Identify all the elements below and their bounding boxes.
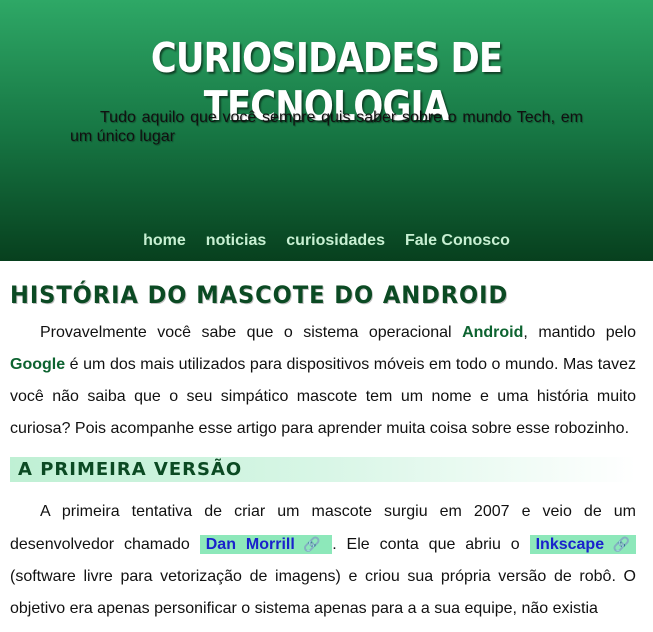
site-header: CURIOSIDADES DE TECNOLOGIA Tudo aquilo q… (0, 0, 653, 261)
android-keyword: Android (462, 324, 524, 341)
google-keyword: Google (10, 356, 66, 373)
site-subtitle: Tudo aquilo que você sempre quis saber s… (70, 109, 583, 145)
dan-morrill-link-label: Dan Morrill (205, 536, 295, 553)
intro-text-1: Provavelmente você sabe que o sistema op… (40, 324, 463, 341)
section-paragraph: A primeira tentativa de criar um mascote… (10, 496, 637, 625)
section-text-3: (software livre para vetorização de imag… (10, 568, 636, 617)
link-icon: 🔗 (297, 536, 327, 552)
article: História do mascote do Android Provavelm… (0, 281, 653, 625)
dan-morrill-link[interactable]: Dan Morrill 🔗 (199, 535, 333, 554)
main-nav: home noticias curiosidades Fale Conosco (0, 232, 653, 250)
nav-noticias[interactable]: noticias (206, 232, 266, 250)
nav-home[interactable]: home (143, 232, 186, 250)
inkscape-link-label: Inkscape (535, 536, 605, 553)
section-text-2: . Ele conta que abriu o (332, 536, 530, 553)
inkscape-link[interactable]: Inkscape 🔗 (529, 535, 637, 554)
intro-text-2: , mantido pelo (523, 324, 636, 341)
nav-fale-conosco[interactable]: Fale Conosco (405, 232, 510, 250)
intro-text-3: é um dos mais utilizados para dispositiv… (10, 356, 636, 437)
link-icon: 🔗 (607, 536, 631, 552)
section-title: A primeira versão (10, 457, 636, 482)
nav-curiosidades[interactable]: curiosidades (286, 232, 385, 250)
intro-paragraph: Provavelmente você sabe que o sistema op… (10, 317, 636, 445)
article-title: História do mascote do Android (10, 281, 509, 309)
